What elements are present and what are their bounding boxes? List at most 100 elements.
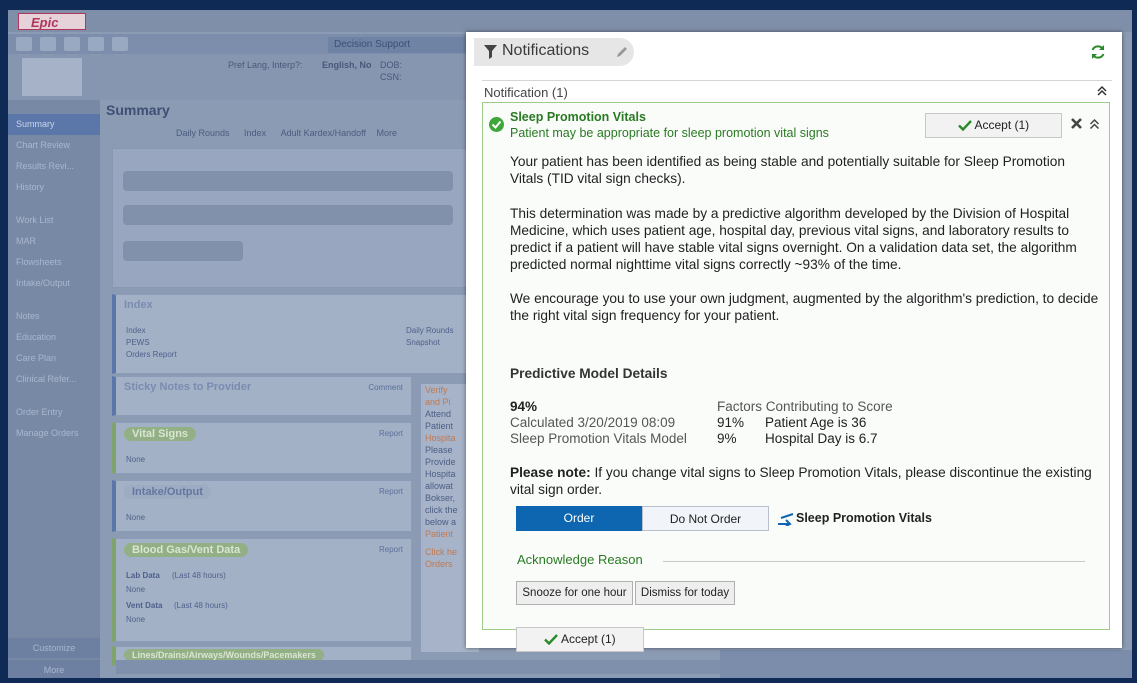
order-button[interactable]: Order bbox=[516, 506, 642, 531]
medical-icon[interactable] bbox=[88, 37, 104, 51]
nav-chart-review[interactable]: Chart Review bbox=[8, 135, 100, 156]
orders-report-link[interactable]: Orders Report bbox=[126, 350, 177, 359]
notification-subtitle: Patient may be appropriate for sleep pro… bbox=[510, 126, 829, 140]
vent-data-label: Vent Data bbox=[126, 601, 163, 610]
factor-2-pct: 9% bbox=[717, 431, 737, 446]
index-card-title: Index bbox=[124, 299, 153, 311]
model-score: 94% bbox=[510, 399, 538, 414]
order-swap-icon bbox=[778, 513, 794, 526]
vital-signs-card: Vital Signs Report None bbox=[112, 422, 412, 474]
funnel-icon[interactable] bbox=[484, 45, 497, 59]
sticky-notes-title: Sticky Notes to Provider bbox=[124, 381, 252, 393]
nav-flowsheets[interactable]: Flowsheets bbox=[8, 252, 100, 273]
order-item-name[interactable]: Sleep Promotion Vitals bbox=[796, 511, 932, 525]
intake-output-title: Intake/Output bbox=[124, 485, 211, 499]
refresh-icon[interactable] bbox=[1090, 44, 1106, 60]
right-pane bbox=[720, 650, 1132, 678]
side-nav: Summary Chart Review Results Revi... His… bbox=[8, 100, 100, 678]
nav-results-review[interactable]: Results Revi... bbox=[8, 156, 100, 177]
home-icon[interactable] bbox=[16, 37, 32, 51]
dismiss-button[interactable]: Dismiss for today bbox=[635, 581, 735, 605]
title-bar: Epic bbox=[8, 10, 1132, 32]
tab-more[interactable]: More bbox=[377, 128, 398, 138]
nav-manage-orders[interactable]: Manage Orders bbox=[8, 423, 100, 444]
lab-data-value: None bbox=[126, 585, 146, 594]
notifications-title: Notifications bbox=[502, 42, 590, 59]
factors-header: Factors Contributing to Score bbox=[717, 399, 893, 414]
description-paragraph-2: This determination was made by a predict… bbox=[510, 206, 1077, 272]
vent-data-value: None bbox=[126, 615, 146, 624]
tab-decision-support[interactable]: Decision Support bbox=[328, 37, 478, 53]
check-circle-icon bbox=[489, 117, 504, 132]
factor-2-label: Hospital Day is 6.7 bbox=[765, 431, 878, 446]
check-icon bbox=[544, 634, 559, 646]
intake-output-value: None bbox=[126, 513, 146, 522]
patient-header: Pref Lang, Interp?: English, No DOB: CSN… bbox=[8, 54, 478, 100]
nav-clinical-referral[interactable]: Clinical Refer... bbox=[8, 369, 100, 390]
nav-summary[interactable]: Summary bbox=[8, 114, 100, 135]
check-icon bbox=[957, 120, 972, 132]
chart-icon[interactable] bbox=[112, 37, 128, 51]
intake-output-card: Intake/Output Report None bbox=[112, 480, 412, 532]
description-paragraph-1: Your patient has been identified as bein… bbox=[510, 154, 1065, 186]
model-calculated: Calculated 3/20/2019 08:09 bbox=[510, 415, 676, 430]
acknowledge-divider bbox=[663, 561, 1085, 562]
tab-adult-kardex[interactable]: Adult Kardex/Handoff bbox=[281, 128, 366, 138]
toolbar: Decision Support bbox=[8, 34, 478, 54]
intake-output-report-link[interactable]: Report bbox=[379, 487, 403, 496]
tab-daily-rounds[interactable]: Daily Rounds bbox=[176, 128, 230, 138]
accept-button-bottom[interactable]: Accept (1) bbox=[516, 627, 644, 652]
notification-count-row: Notification (1) bbox=[482, 80, 1112, 101]
blood-gas-card: Blood Gas/Vent Data Report Lab Data (Las… bbox=[112, 538, 412, 642]
nav-intake-output[interactable]: Intake/Output bbox=[8, 273, 100, 294]
patient-photo bbox=[22, 58, 82, 96]
please-note: Please note: If you change vital signs t… bbox=[510, 464, 1095, 498]
blood-gas-report-link[interactable]: Report bbox=[379, 545, 403, 554]
please-note-label: Please note: bbox=[510, 465, 591, 480]
nav-mar[interactable]: MAR bbox=[8, 231, 100, 252]
summary-title: Summary bbox=[106, 102, 170, 118]
horizontal-scrollbar[interactable] bbox=[116, 660, 721, 674]
acknowledge-reason-label: Acknowledge Reason bbox=[517, 552, 643, 567]
nav-education[interactable]: Education bbox=[8, 327, 100, 348]
notification-count: Notification (1) bbox=[484, 85, 568, 100]
nav-customize[interactable]: Customize bbox=[8, 638, 100, 658]
please-note-text: If you change vital signs to Sleep Promo… bbox=[510, 465, 1092, 497]
index-link[interactable]: Index bbox=[126, 326, 146, 335]
nav-history[interactable]: History bbox=[8, 177, 100, 198]
accept-button-top[interactable]: Accept (1) bbox=[925, 113, 1062, 138]
do-not-order-button[interactable]: Do Not Order bbox=[642, 506, 769, 531]
pews-link[interactable]: PEWS bbox=[126, 338, 150, 347]
patient-name-banner bbox=[112, 148, 472, 288]
vital-signs-value: None bbox=[126, 455, 146, 464]
snooze-button[interactable]: Snooze for one hour bbox=[516, 581, 633, 605]
daily-rounds-link[interactable]: Daily Rounds bbox=[406, 326, 454, 335]
close-icon[interactable] bbox=[1070, 117, 1083, 130]
nav-order-entry[interactable]: Order Entry bbox=[8, 402, 100, 423]
tab-index[interactable]: Index bbox=[244, 128, 266, 138]
nav-care-plan[interactable]: Care Plan bbox=[8, 348, 100, 369]
nav-notes[interactable]: Notes bbox=[8, 306, 100, 327]
collapse-all-icon[interactable] bbox=[1096, 85, 1108, 97]
sticky-notes-card: Sticky Notes to Provider Comment bbox=[112, 376, 412, 416]
epic-logo[interactable]: Epic bbox=[18, 13, 86, 30]
nav-more[interactable]: More bbox=[8, 660, 100, 678]
index-card: Index Index PEWS Orders Report Daily Rou… bbox=[112, 294, 472, 374]
predictive-model-title: Predictive Model Details bbox=[510, 366, 668, 381]
pref-lang-label: Pref Lang, Interp?: bbox=[228, 60, 303, 70]
vital-signs-title: Vital Signs bbox=[124, 427, 197, 441]
comment-link[interactable]: Comment bbox=[368, 383, 403, 392]
pref-lang-value: English, No bbox=[322, 60, 372, 70]
collapse-card-icon[interactable] bbox=[1089, 118, 1100, 130]
accept-label-bottom: Accept (1) bbox=[560, 632, 616, 646]
nav-work-list[interactable]: Work List bbox=[8, 210, 100, 231]
notification-card: Sleep Promotion Vitals Patient may be ap… bbox=[482, 102, 1110, 652]
snapshot-link[interactable]: Snapshot bbox=[406, 338, 440, 347]
list-icon[interactable] bbox=[64, 37, 80, 51]
window-icon[interactable] bbox=[40, 37, 56, 51]
vital-signs-report-link[interactable]: Report bbox=[379, 429, 403, 438]
notifications-panel: Notifications Notification (1) Sleep Pro… bbox=[466, 32, 1122, 652]
description-paragraph-3: We encourage you to use your own judgmen… bbox=[510, 291, 1099, 323]
lab-data-sub: (Last 48 hours) bbox=[172, 571, 226, 580]
pencil-icon[interactable] bbox=[616, 46, 628, 58]
